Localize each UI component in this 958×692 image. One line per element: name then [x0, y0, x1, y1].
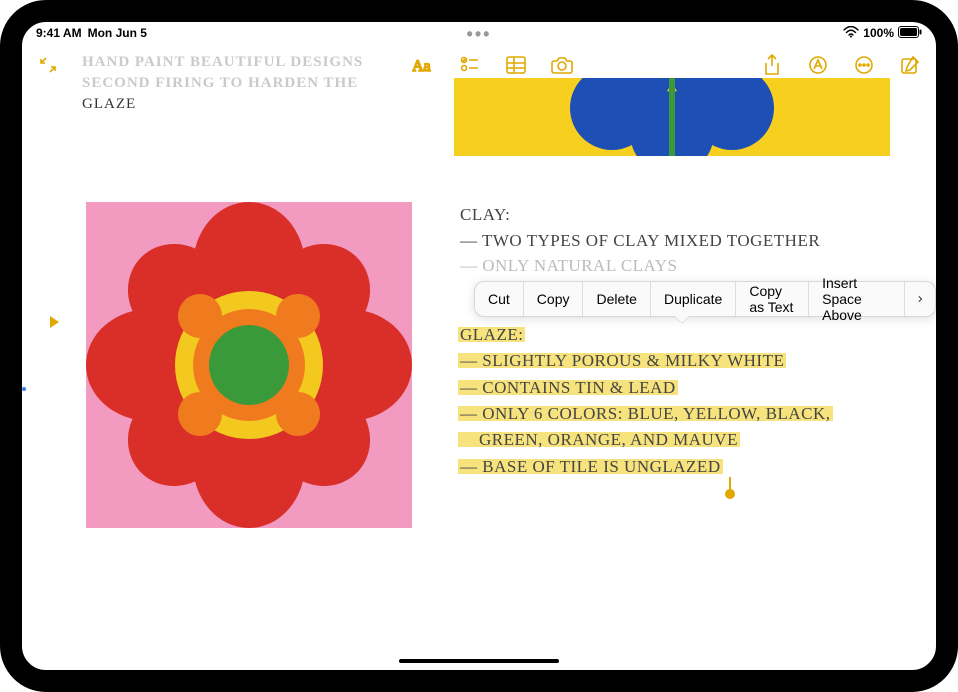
clay-title: CLAY: [460, 202, 820, 228]
table-button[interactable] [504, 53, 528, 77]
exit-fullscreen-button[interactable] [36, 53, 60, 77]
selection-end-handle[interactable] [725, 489, 735, 499]
ctx-insert-space[interactable]: Insert Space Above [809, 282, 905, 316]
flower-tile-image[interactable] [86, 202, 412, 528]
glaze-item-4: — BASE OF TILE IS UNGLAZED [458, 457, 723, 476]
context-menu: Cut Copy Delete Duplicate Copy as Text I… [474, 281, 936, 317]
glaze-section[interactable]: GLAZE: — SLIGHTLY POROUS & MILKY WHITE —… [458, 322, 833, 480]
glaze-item-2: — CONTAINS TIN & LEAD [458, 378, 678, 397]
glaze-item-3: — ONLY 6 COLORS: BLUE, YELLOW, BLACK, [458, 404, 833, 423]
edge-dot [22, 387, 26, 391]
status-time: 9:41 AM [36, 26, 82, 40]
battery-percent: 100% [863, 26, 894, 40]
share-button[interactable] [760, 53, 784, 77]
ctx-cut[interactable]: Cut [475, 282, 524, 316]
left-line-3: GLAZE [82, 94, 363, 115]
markup-button[interactable] [806, 53, 830, 77]
edge-handle-icon[interactable] [50, 316, 59, 328]
clay-item-1: — TWO TYPES OF CLAY MIXED TOGETHER [460, 228, 820, 254]
chevron-right-icon [918, 293, 922, 305]
home-indicator[interactable] [399, 659, 559, 663]
left-line-1: HAND PAINT BEAUTIFUL DESIGNS [82, 52, 363, 73]
status-date: Mon Jun 5 [88, 26, 147, 40]
camera-button[interactable] [550, 53, 574, 77]
glaze-item-3b: GREEN, ORANGE, AND MAUVE [458, 430, 740, 449]
checklist-button[interactable] [458, 53, 482, 77]
left-line-2: SECOND FIRING TO HARDEN THE [82, 73, 363, 94]
more-button[interactable] [852, 53, 876, 77]
status-bar: 9:41 AM Mon Jun 5 100% [22, 22, 936, 44]
ctx-duplicate[interactable]: Duplicate [651, 282, 736, 316]
clay-item-2: — ONLY NATURAL CLAYS [460, 253, 820, 279]
ctx-copy-as-text[interactable]: Copy as Text [736, 282, 809, 316]
text-format-button[interactable]: Aa [412, 53, 436, 77]
glaze-item-1: — SLIGHTLY POROUS & MILKY WHITE [458, 351, 786, 370]
glaze-title: GLAZE: [458, 325, 525, 344]
wifi-icon [843, 26, 859, 41]
ctx-more-arrow[interactable] [905, 282, 935, 316]
top-tile-image[interactable] [454, 78, 890, 156]
left-page-text: HAND PAINT BEAUTIFUL DESIGNS SECOND FIRI… [82, 52, 363, 115]
ctx-copy[interactable]: Copy [524, 282, 584, 316]
svg-text:Aa: Aa [412, 58, 431, 75]
ctx-delete[interactable]: Delete [583, 282, 650, 316]
compose-button[interactable] [898, 53, 922, 77]
battery-icon [898, 26, 922, 41]
clay-section[interactable]: CLAY: — TWO TYPES OF CLAY MIXED TOGETHER… [460, 202, 820, 279]
